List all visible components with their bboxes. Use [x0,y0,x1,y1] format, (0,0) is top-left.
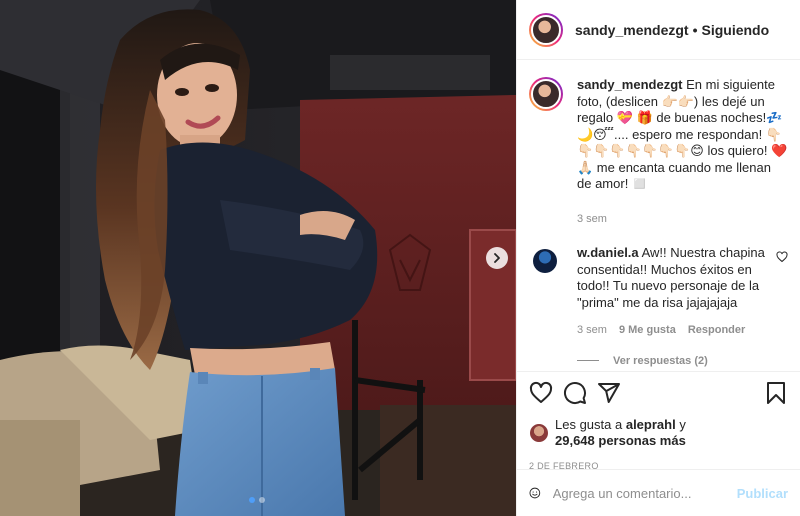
replies-divider [577,360,599,361]
publish-button[interactable]: Publicar [737,486,788,501]
reply-button[interactable]: Responder [688,322,745,339]
author-username[interactable]: sandy_mendezgt [575,22,689,38]
photo-image [0,0,516,516]
share-icon[interactable] [597,381,621,405]
post-actions: Les gusta a aleprahl y 29,648 personas m… [517,371,800,471]
caption: sandy_mendezgt En mi siguiente foto, (de… [529,77,788,227]
comment-like-heart-icon[interactable] [776,251,788,263]
post-side-panel: sandy_mendezgt • Siguiendo sandy_mendezg… [516,0,800,516]
likes-prefix: Les gusta a [555,417,623,432]
comment-likes[interactable]: 9 Me gusta [619,322,676,339]
instagram-post-modal: sandy_mendezgt • Siguiendo sandy_mendezg… [0,0,800,516]
comment-icon[interactable] [563,381,587,405]
author-avatar[interactable] [529,12,563,47]
comments-list[interactable]: sandy_mendezgt En mi siguiente foto, (de… [517,61,800,371]
chevron-right-icon [494,253,500,263]
emoji-icon[interactable] [529,481,541,505]
caption-text: En mi siguiente foto, (deslicen 👉🏻👉🏻) le… [577,77,788,191]
comment-item: w.daniel.a Aw!! Nuestra chapina consenti… [529,245,788,339]
header-separator: • [692,21,698,38]
comment-time[interactable]: 3 sem [577,322,607,339]
likes-summary[interactable]: Les gusta a aleprahl y 29,648 personas m… [529,417,788,449]
following-button[interactable]: Siguiendo [702,22,770,38]
post-header: sandy_mendezgt • Siguiendo [517,0,800,60]
comment-input[interactable] [552,485,729,501]
next-slide-button[interactable] [486,247,508,269]
heart-icon[interactable] [529,381,553,405]
commenter-avatar[interactable] [533,249,557,273]
carousel-dot [259,497,265,503]
carousel-indicator [249,497,265,503]
caption-username[interactable]: sandy_mendezgt [577,77,682,92]
view-replies-button[interactable]: Ver respuestas (2) [577,355,788,367]
view-replies-label: Ver respuestas (2) [613,354,708,367]
liker-username[interactable]: aleprahl [626,417,676,432]
commenter-username[interactable]: w.daniel.a [577,245,639,260]
liker-avatar[interactable] [529,423,549,443]
caption-time[interactable]: 3 sem [577,211,607,228]
caption-avatar[interactable] [529,77,563,111]
add-comment-bar: Publicar [517,469,800,516]
carousel-dot-active [249,497,255,503]
likes-count[interactable]: 29,648 personas más [555,433,686,448]
likes-conj: y [679,417,686,432]
bookmark-icon[interactable] [764,381,788,405]
post-photo[interactable] [0,0,516,516]
